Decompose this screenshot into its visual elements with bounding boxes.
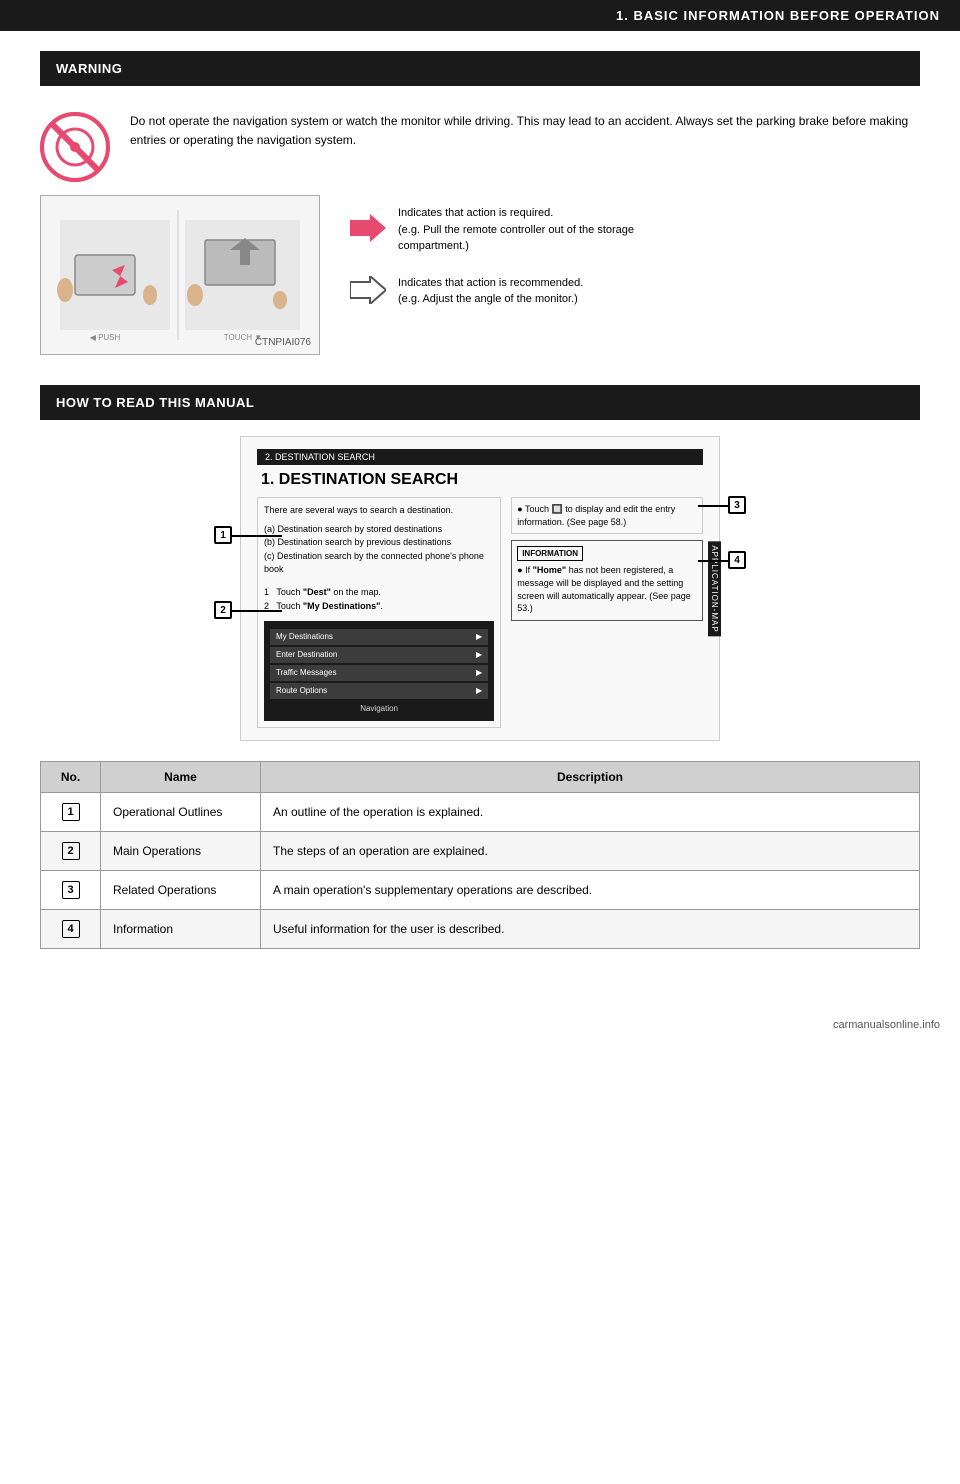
table-cell-desc: A main operation's supplementary operati… xyxy=(261,871,920,910)
screenshot-footer: Navigation xyxy=(270,703,488,715)
table-cell-name: Related Operations xyxy=(101,871,261,910)
table-cell-desc: The steps of an operation are explained. xyxy=(261,832,920,871)
callout-4: 4 xyxy=(728,551,746,569)
callout-1: 1 xyxy=(214,526,232,544)
how-to-read-section-header: HOW TO READ THIS MANUAL xyxy=(40,385,920,420)
right-top-text: ● Touch 🔲 to display and edit the entry … xyxy=(517,503,697,528)
info-box-body: ● If "Home" has not been registered, a m… xyxy=(517,564,697,614)
table-cell-desc: An outline of the operation is explained… xyxy=(261,793,920,832)
callout-2: 2 xyxy=(214,601,232,619)
footer-watermark: carmanualsonline.info xyxy=(0,1009,960,1041)
table-cell-name: Information xyxy=(101,910,261,949)
diagram-content: ◀ PUSH TOUCH ▼ CTNPIAI076 xyxy=(40,195,920,355)
num-badge: 2 xyxy=(62,842,80,860)
warning-section-header: WARNING xyxy=(40,51,920,86)
manual-page-title: 1. DESTINATION SEARCH xyxy=(257,471,703,489)
manual-page-body: There are several ways to search a desti… xyxy=(257,497,703,728)
manual-page-image: 2. DESTINATION SEARCH 1. DESTINATION SEA… xyxy=(240,436,720,741)
warning-text: Do not operate the navigation system or … xyxy=(130,112,920,150)
manual-left-para: There are several ways to search a desti… xyxy=(264,504,494,518)
table-row: 4 InformationUseful information for the u… xyxy=(41,910,920,949)
info-box-title: INFORMATION xyxy=(517,546,583,561)
table-cell-desc: Useful information for the user is descr… xyxy=(261,910,920,949)
table-row: 3 Related OperationsA main operation's su… xyxy=(41,871,920,910)
manual-right-col: ● Touch 🔲 to display and edit the entry … xyxy=(511,497,703,728)
list-item-a: (a) Destination search by stored destina… xyxy=(264,523,494,537)
table-header-desc: Description xyxy=(261,762,920,793)
filled-arrow-icon xyxy=(350,214,386,245)
manual-steps: 1 Touch "Dest" on the map. 2 Touch "My D… xyxy=(264,585,494,614)
car-diagram-image: ◀ PUSH TOUCH ▼ CTNPIAI076 xyxy=(40,195,320,355)
warning-section: WARNING Do not operate the navigation sy… xyxy=(40,51,920,355)
table-row: 1 Operational OutlinesAn outline of the o… xyxy=(41,793,920,832)
step-2: 2 Touch "My Destinations". xyxy=(264,599,494,613)
table-header-no: No. xyxy=(41,762,101,793)
filled-arrow-row: Indicates that action is required. (e.g.… xyxy=(350,205,678,255)
screenshot-item-1: My Destinations ▶ xyxy=(270,629,488,645)
table-header-name: Name xyxy=(101,762,261,793)
screenshot-item-2: Enter Destination ▶ xyxy=(270,647,488,663)
manual-inner-header: 2. DESTINATION SEARCH xyxy=(257,449,703,465)
info-box-bottom: INFORMATION ● If "Home" has not been reg… xyxy=(511,540,703,621)
callout-3: 3 xyxy=(728,496,746,514)
info-box-top: ● Touch 🔲 to display and edit the entry … xyxy=(511,497,703,534)
description-table: No. Name Description 1 Operational Outlin… xyxy=(40,761,920,949)
table-cell-no: 1 xyxy=(41,793,101,832)
callout-4-line xyxy=(698,560,728,562)
outline-arrow-row: Indicates that action is recommended. (e… xyxy=(350,275,678,308)
num-badge: 3 xyxy=(62,881,80,899)
how-to-read-section: HOW TO READ THIS MANUAL 1 2 3 4 2. DESTI… xyxy=(40,385,920,949)
svg-text:◀ PUSH: ◀ PUSH xyxy=(90,333,121,342)
callout-container: 1 2 3 4 2. DESTINATION SEARCH 1. DESTINA… xyxy=(240,436,720,741)
diagram-arrows: Indicates that action is required. (e.g.… xyxy=(350,195,678,308)
table-cell-no: 4 xyxy=(41,910,101,949)
screenshot-item-4: Route Options ▶ xyxy=(270,683,488,699)
table-row: 2 Main OperationsThe steps of an operatio… xyxy=(41,832,920,871)
table-cell-name: Main Operations xyxy=(101,832,261,871)
filled-arrow-text: Indicates that action is required. (e.g.… xyxy=(398,205,678,255)
diagram-label: CTNPIAI076 xyxy=(255,337,311,348)
callout-1-line xyxy=(232,535,282,537)
callout-3-line xyxy=(698,505,728,507)
step-1: 1 Touch "Dest" on the map. xyxy=(264,585,494,599)
screenshot-item-3: Traffic Messages ▶ xyxy=(270,665,488,681)
num-badge: 1 xyxy=(62,803,80,821)
no-symbol-icon xyxy=(40,112,110,185)
app-map-label: APPLICATION-MAP xyxy=(708,541,721,636)
manual-left-list: (a) Destination search by stored destina… xyxy=(264,523,494,577)
table-cell-no: 2 xyxy=(41,832,101,871)
outline-arrow-text: Indicates that action is recommended. (e… xyxy=(398,275,583,308)
table-cell-name: Operational Outlines xyxy=(101,793,261,832)
list-item-c: (c) Destination search by the connected … xyxy=(264,550,494,577)
table-header-row: No. Name Description xyxy=(41,762,920,793)
list-item-b: (b) Destination search by previous desti… xyxy=(264,536,494,550)
manual-left-col: There are several ways to search a desti… xyxy=(257,497,501,728)
page-header: 1. BASIC INFORMATION BEFORE OPERATION xyxy=(0,0,960,31)
outline-arrow-icon xyxy=(350,276,386,307)
callout-2-line xyxy=(232,610,282,612)
manual-wrapper: 1 2 3 4 2. DESTINATION SEARCH 1. DESTINA… xyxy=(40,436,920,741)
manual-screenshot: My Destinations ▶ Enter Destination ▶ Tr… xyxy=(264,621,494,721)
num-badge: 4 xyxy=(62,920,80,938)
warning-content: Do not operate the navigation system or … xyxy=(40,102,920,195)
table-cell-no: 3 xyxy=(41,871,101,910)
